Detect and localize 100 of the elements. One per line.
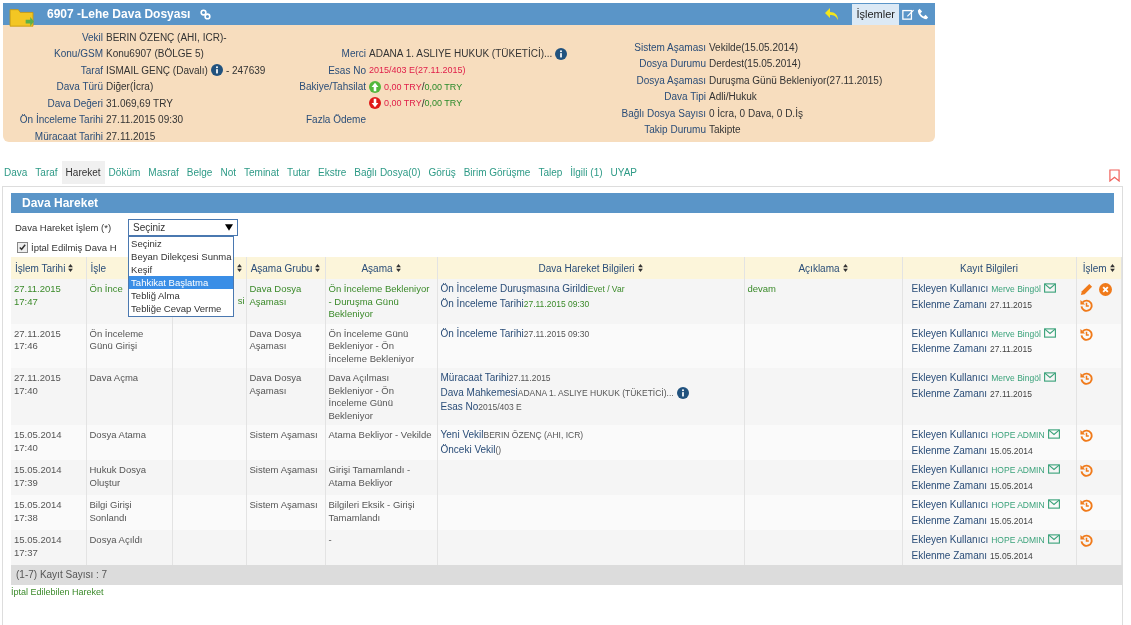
sort-icon[interactable] — [1109, 264, 1115, 272]
sort-icon[interactable] — [315, 264, 321, 272]
dropdown-option[interactable]: Tebliğe Cevap Verme — [129, 301, 234, 315]
user-name: Merve Bingöl — [991, 283, 1041, 296]
column-header[interactable]: Açıklama — [798, 262, 840, 274]
tab[interactable]: Döküm — [104, 161, 145, 184]
info-icon[interactable] — [555, 47, 568, 60]
history-icon[interactable] — [1079, 464, 1093, 477]
table-cell: Girişi Tamamlandı - Atama Bekliyor — [328, 464, 411, 488]
sort-icon[interactable] — [68, 264, 74, 272]
field-value: Vekilde(15.05.2014) — [709, 41, 798, 53]
tab[interactable]: Birim Görüşme — [459, 161, 535, 184]
tab[interactable]: İlgili (1) — [566, 161, 607, 184]
tab[interactable]: UYAP — [606, 161, 642, 184]
table-cell: Bilgi Girişi Sonlandı — [89, 499, 132, 523]
added-at-label: Eklenme Zamanı — [911, 343, 988, 356]
edit-icon[interactable] — [902, 8, 914, 20]
reply-arrow-icon[interactable] — [824, 7, 841, 21]
info-label: Ön İnceleme Tarihi — [440, 297, 524, 310]
sort-icon[interactable] — [395, 264, 401, 272]
info-icon[interactable] — [210, 64, 223, 77]
tab[interactable]: Not — [216, 161, 240, 184]
tab[interactable]: Masraf — [144, 161, 183, 184]
added-at-label: Eklenme Zamanı — [911, 514, 988, 527]
field-label: Müracaat Tarihi — [33, 130, 104, 142]
caret-icon[interactable] — [225, 223, 234, 231]
field-value: Duruşma Günü Bekleniyor(27.11.2015) — [709, 74, 883, 86]
history-icon[interactable] — [1079, 499, 1093, 512]
tab[interactable]: Talep — [534, 161, 567, 184]
added-by-label: Ekleyen Kullanıcı — [911, 429, 989, 442]
dropdown-option[interactable]: Tebliğ Alma — [129, 288, 234, 302]
delete-icon[interactable] — [1098, 283, 1112, 296]
table-cell: Sistem Aşaması — [249, 464, 318, 475]
actions-button[interactable]: İşlemler — [852, 3, 899, 25]
field-value: 27.11.2015 09:30 — [106, 114, 184, 126]
tab[interactable]: Taraf — [31, 161, 62, 184]
phone-icon[interactable] — [917, 8, 929, 20]
checkbox-label: İptal Edilmiş Dava H — [31, 241, 117, 253]
history-icon[interactable] — [1079, 534, 1093, 547]
table-cell: 15.05.2014 17:37 — [14, 534, 62, 558]
sort-icon[interactable] — [842, 264, 848, 272]
bookmark-icon[interactable] — [1109, 169, 1120, 182]
tab[interactable]: Tutar — [283, 161, 314, 184]
info-icon[interactable] — [676, 386, 689, 399]
table-cell: Dava Dosya Aşaması — [249, 283, 302, 307]
envelope-icon[interactable] — [1047, 499, 1060, 509]
field-label: Merci — [340, 48, 367, 60]
info-label: Dava Mahkemesi — [440, 386, 518, 399]
tab[interactable]: Dava — [0, 161, 32, 184]
column-header[interactable]: Aşama — [361, 262, 393, 274]
history-icon[interactable] — [1079, 299, 1093, 312]
field-value: 31.069,69 TRY — [106, 97, 173, 109]
select-field[interactable]: Seçiniz — [128, 218, 239, 236]
table-cell: Ön İnceleme Günü Girişi — [89, 327, 144, 351]
added-at-value: 27.11.2015 — [990, 343, 1032, 356]
history-icon[interactable] — [1079, 429, 1093, 442]
envelope-icon[interactable] — [1043, 372, 1056, 382]
tab[interactable]: Bağlı Dosya(0) — [350, 161, 425, 184]
sort-icon[interactable] — [637, 264, 643, 272]
link-icon[interactable] — [200, 8, 212, 20]
tab[interactable]: Teminat — [240, 161, 283, 184]
table-cell: Sistem Aşaması — [249, 499, 318, 510]
envelope-icon[interactable] — [1043, 327, 1056, 338]
added-at-value: 27.11.2015 — [990, 387, 1032, 400]
dropdown-option[interactable]: Keşif — [129, 262, 234, 276]
tab[interactable]: Ekstre — [314, 161, 351, 184]
envelope-icon[interactable] — [1047, 534, 1060, 544]
envelope-icon[interactable] — [1047, 464, 1060, 474]
table-cell: Ön İnce — [89, 283, 123, 294]
added-by-label: Ekleyen Kullanıcı — [911, 283, 989, 296]
separator: / — [421, 97, 425, 109]
dropdown-option[interactable]: Tahkikat Başlatma — [129, 275, 234, 289]
tab[interactable]: Hareket — [61, 161, 105, 184]
history-icon[interactable] — [1079, 372, 1093, 385]
dropdown-option[interactable]: Beyan Dilekçesi Sunma — [129, 249, 234, 263]
tab[interactable]: Görüş — [424, 161, 460, 184]
tab[interactable]: Belge — [182, 161, 217, 184]
debit-amount: 0,00 TRY — [384, 81, 422, 92]
credit-amount: 0,00 TRY — [424, 98, 463, 109]
field-value: ISMAIL GENÇ (Davalı) — [106, 64, 208, 76]
column-header[interactable]: Dava Hareket Bilgileri — [538, 262, 635, 274]
field-value: 0 İcra, 0 Dava, 0 D.İş — [709, 107, 803, 119]
debit-amount: 0,00 TRY — [384, 98, 422, 109]
cancelable-link[interactable]: İptal Edilebilen Hareket — [11, 587, 104, 597]
checkbox[interactable] — [17, 241, 28, 253]
pencil-icon[interactable] — [1079, 283, 1093, 296]
down-arrow-icon — [369, 97, 381, 110]
table-cell: Dava Açma — [89, 372, 139, 383]
history-icon[interactable] — [1079, 327, 1093, 341]
user-name: HOPE ADMIN — [991, 464, 1045, 477]
column-header[interactable]: İşle — [90, 262, 107, 274]
info-label: Ön İnceleme Duruşmasına Girildi — [440, 283, 588, 296]
info-value: 27.11.2015 09:30 — [523, 297, 590, 310]
envelope-icon[interactable] — [1047, 429, 1060, 439]
table-cell: 15.05.2014 17:40 — [14, 429, 62, 453]
column-header[interactable]: Kayıt Bilgileri — [960, 262, 1018, 274]
table-cell: devam — [747, 283, 776, 294]
dropdown-option[interactable]: Seçiniz — [129, 236, 234, 250]
added-by-label: Ekleyen Kullanıcı — [911, 534, 989, 547]
envelope-icon[interactable] — [1043, 283, 1056, 293]
